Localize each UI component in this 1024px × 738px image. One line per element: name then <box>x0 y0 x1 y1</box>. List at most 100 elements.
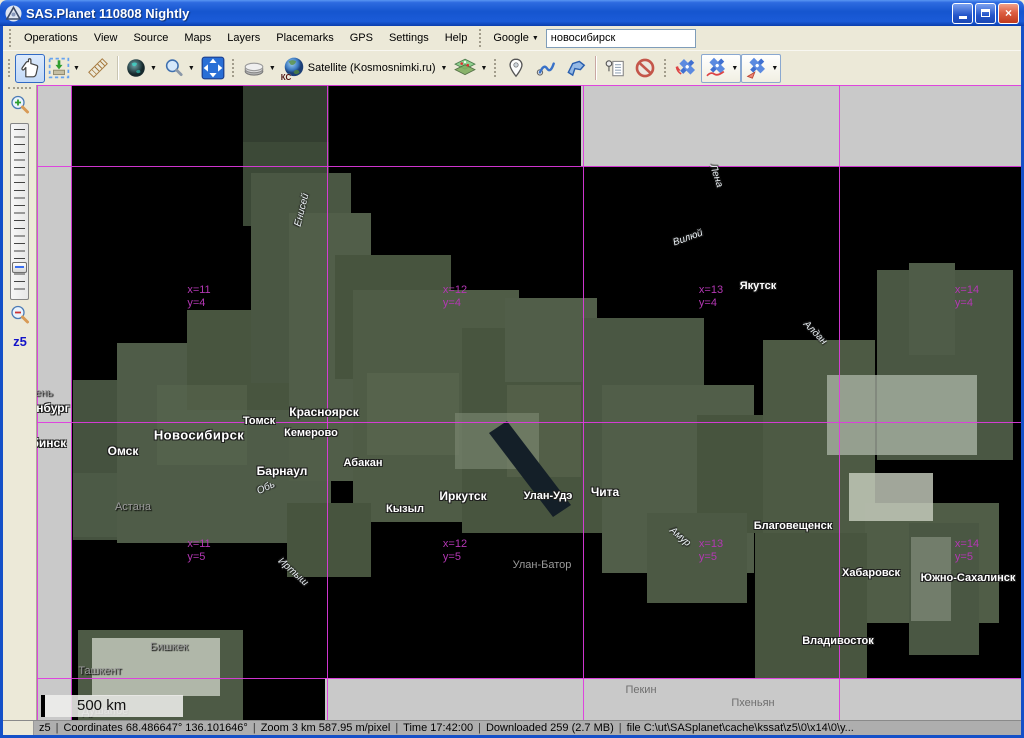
tile-grid-label: x=14 y=4 <box>955 284 979 310</box>
chevron-down-icon: ▼ <box>73 65 80 72</box>
cache-mode-button[interactable]: ▼ <box>239 54 279 83</box>
map-label-city: Благовещенск <box>754 520 833 532</box>
zoom-in-icon <box>9 94 31 116</box>
zoom-in-button[interactable] <box>8 93 32 117</box>
search-provider-button[interactable]: Google ▼ <box>488 30 543 46</box>
fullscreen-icon <box>201 56 225 80</box>
placemark-manager-button[interactable] <box>600 54 630 83</box>
map-label-river: Алдан <box>801 319 829 347</box>
grid-line-vertical <box>839 85 840 720</box>
map-label-city: Челябинск <box>37 436 66 450</box>
map-label-city: Барнаул <box>257 464 308 478</box>
menu-help[interactable]: Help <box>437 29 476 47</box>
add-polygon-button[interactable] <box>561 54 591 83</box>
zoom-slider[interactable] <box>10 123 29 300</box>
fullscreen-button[interactable] <box>198 54 228 83</box>
map-label-city: Екатеринбург <box>37 401 70 415</box>
grid-line-vertical <box>327 85 328 720</box>
chevron-down-icon: ▼ <box>441 65 448 72</box>
restore-button[interactable] <box>975 3 996 24</box>
chevron-down-icon: ▼ <box>150 65 157 72</box>
map-label-gray: Астана <box>115 501 151 513</box>
chevron-down-icon: ▼ <box>532 35 539 42</box>
zoom-out-button[interactable] <box>8 303 32 327</box>
status-downloaded: Downloaded 259 (2.7 MB) <box>481 722 619 734</box>
select-region-icon <box>48 57 70 79</box>
hide-marks-button[interactable] <box>630 54 660 83</box>
zoom-sidebar: z5 <box>3 85 37 720</box>
search-provider-label: Google <box>493 32 528 44</box>
minimize-button[interactable] <box>952 3 973 24</box>
main-toolbar: ▼ ▼ ▼ ▼ КС Satellite (Ko <box>3 50 1021 85</box>
search-toolbar-grip[interactable] <box>479 29 482 47</box>
disk-icon <box>242 57 266 79</box>
status-coordinates: Coordinates 68.486647° 136.101646° <box>58 722 252 734</box>
zoom-tool-button[interactable]: ▼ <box>160 54 198 83</box>
globe-tool-button[interactable]: ▼ <box>122 54 160 83</box>
selection-manager-button[interactable]: ▼ <box>45 54 83 83</box>
add-placemark-button[interactable] <box>501 54 531 83</box>
gps-position-button[interactable]: ▼ <box>741 54 781 83</box>
map-label-city: Хабаровск <box>842 567 900 579</box>
layers-button[interactable]: ▼ <box>450 54 490 83</box>
menu-gps[interactable]: GPS <box>342 29 381 47</box>
map-label-city: Абакан <box>344 457 383 469</box>
status-zoom: z5 <box>34 722 56 734</box>
map-viewport[interactable]: x=11 y=4x=12 y=4x=13 y=4x=14 y=4x=11 y=5… <box>37 85 1021 720</box>
pan-tool-button[interactable] <box>15 54 45 83</box>
close-button[interactable]: × <box>998 3 1019 24</box>
menu-operations[interactable]: Operations <box>16 29 86 47</box>
toolbar-grip-3[interactable] <box>494 59 497 77</box>
chevron-down-icon: ▼ <box>188 65 195 72</box>
tile-grid-label: x=11 y=4 <box>187 284 210 310</box>
map-label-city: Кызыл <box>386 503 424 515</box>
toolbar-grip-4[interactable] <box>664 59 667 77</box>
search-input[interactable] <box>546 29 696 48</box>
magnifier-icon <box>163 57 185 79</box>
map-label-river: Обь <box>255 479 277 497</box>
map-label-gray: Тюмень <box>37 387 53 399</box>
menu-view[interactable]: View <box>86 29 126 47</box>
map-label-gray: Бишкек <box>150 641 188 653</box>
status-file-path: file C:\ut\SASplanet\cache\kssat\z5\0\x1… <box>622 722 1021 734</box>
gps-satellite-track-icon <box>704 56 728 80</box>
hand-icon <box>19 57 41 79</box>
forbidden-icon <box>634 57 656 79</box>
menu-maps[interactable]: Maps <box>176 29 219 47</box>
map-label-river: Амур <box>667 525 692 549</box>
menu-bar: Operations View Source Maps Layers Place… <box>3 26 1021 50</box>
map-label-river: Вилюй <box>672 228 705 249</box>
gps-track-button[interactable]: ▼ <box>701 54 741 83</box>
menu-grip[interactable] <box>9 29 12 47</box>
gps-connect-button[interactable] <box>671 54 701 83</box>
grid-line-vertical <box>583 85 584 720</box>
gps-satellite-position-icon <box>744 56 768 80</box>
path-icon <box>535 57 557 79</box>
map-label-graydark: Пекин <box>625 684 656 696</box>
menu-source[interactable]: Source <box>125 29 176 47</box>
status-scale: Zoom 3 km 587.95 m/pixel <box>256 722 396 734</box>
title-bar[interactable]: SAS.Planet 110808 Nightly × <box>0 0 1024 26</box>
map-label-city: Улан-Удэ <box>524 490 573 502</box>
map-label-city: Омск <box>108 444 139 458</box>
menu-layers[interactable]: Layers <box>219 29 268 47</box>
menu-settings[interactable]: Settings <box>381 29 437 47</box>
tile-grid-label: x=13 y=4 <box>699 284 723 310</box>
toolbar-grip-2[interactable] <box>232 59 235 77</box>
toolbar-grip-1[interactable] <box>8 59 11 77</box>
map-source-button[interactable]: КС Satellite (Kosmosnimki.ru) ▼ <box>279 54 451 83</box>
tile-grid-label: x=13 y=5 <box>699 538 723 564</box>
zoom-slider-handle[interactable] <box>12 262 27 273</box>
menu-placemarks[interactable]: Placemarks <box>268 29 341 47</box>
map-label-city: Чита <box>591 485 619 499</box>
sidebar-grip[interactable] <box>8 87 31 90</box>
status-bar: z5 Coordinates 68.486647° 136.101646° Zo… <box>3 720 1021 735</box>
tile-grid-label: x=14 y=5 <box>955 538 979 564</box>
ruler-icon <box>88 58 108 78</box>
map-label-city: Красноярск <box>289 405 358 419</box>
ruler-button[interactable] <box>83 54 113 83</box>
dark-globe-icon <box>125 57 147 79</box>
map-label-city: Владивосток <box>802 635 874 647</box>
grid-line-horizontal <box>37 85 1021 86</box>
add-path-button[interactable] <box>531 54 561 83</box>
